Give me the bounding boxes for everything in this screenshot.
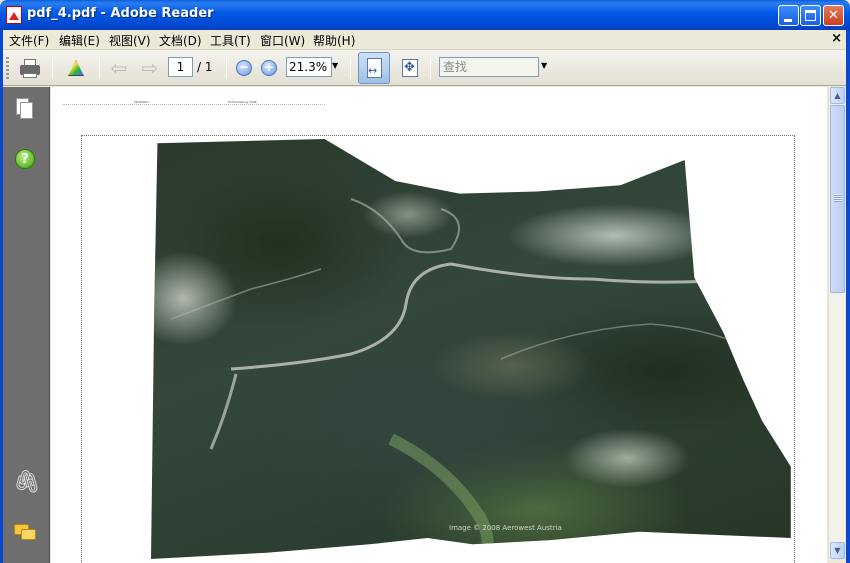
comments-icon[interactable] [13,521,37,545]
toolbar-separator [226,57,227,79]
zoom-out-button[interactable]: − [236,60,252,76]
attachments-icon[interactable]: 🖇 [13,471,41,495]
maximize-icon [805,10,816,21]
menu-file[interactable]: 文件(F) [9,32,49,49]
title-bar: pdf_4.pdf - Adobe Reader ✕ [0,0,850,30]
page-header-rule [63,104,325,105]
search-input[interactable]: 查找 [439,57,539,77]
menu-bar: 文件(F) 编辑(E) 视图(V) 文档(D) 工具(T) 窗口(W) 帮助(H… [0,30,850,50]
previous-page-button[interactable]: ⇦ [107,57,131,79]
maximize-button[interactable] [800,5,821,26]
scroll-down-button[interactable]: ▼ [830,542,845,559]
page-header-right-text: Hof/Seilsberg 2008 [228,100,257,104]
window-border-left [0,30,3,563]
color-triangle-icon [68,60,84,76]
minimize-button[interactable] [778,5,799,26]
print-button[interactable] [18,57,42,79]
zoom-level-input[interactable]: 21.3% [286,57,332,77]
pdf-document-icon [6,6,22,24]
minimize-icon [784,19,792,22]
menu-document[interactable]: 文档(D) [159,32,202,49]
toolbar-separator [350,57,351,79]
fit-width-button[interactable] [398,57,422,79]
search-dropdown-arrow-icon[interactable]: ▼ [541,61,547,70]
toolbar-grip[interactable] [6,57,9,79]
menu-edit[interactable]: 编辑(E) [59,32,100,49]
zoom-dropdown-arrow-icon[interactable]: ▼ [332,61,338,70]
map-copyright-caption: Image © 2008 Aerowest Austria [449,524,562,532]
page-total-label: / 1 [197,60,213,74]
scroll-up-button[interactable]: ▲ [830,87,845,104]
toolbar-separator [430,57,431,79]
window-title: pdf_4.pdf - Adobe Reader [27,6,214,21]
menu-window[interactable]: 窗口(W) [260,32,305,49]
help-icon: ? [15,149,35,169]
fit-page-icon [367,58,382,78]
document-view[interactable]: PEOPORO Hof/Seilsberg 2008 Image © 2008 … [51,87,827,563]
menu-help[interactable]: 帮助(H) [313,32,355,49]
zoom-in-button[interactable]: + [261,60,277,76]
toolbar-separator [99,57,100,79]
fit-page-button[interactable] [358,52,390,84]
toolbar-separator [52,57,53,79]
menu-view[interactable]: 视图(V) [109,32,151,49]
help-button[interactable]: ? [13,147,37,171]
navigation-panel: ? 🖇 [0,87,50,563]
next-page-button[interactable]: ⇨ [138,57,162,79]
toolbar: ⇦ ⇨ 1 / 1 − + 21.3% ▼ 查找 ▼ [0,50,850,86]
page-number-input[interactable]: 1 [168,57,193,77]
scroll-grip-icon [834,194,842,202]
color-adjust-button[interactable] [64,57,88,79]
close-document-button[interactable]: × [831,31,842,46]
scroll-thumb[interactable] [830,105,845,293]
page-header-left-text: PEOPORO [134,100,149,104]
pages-icon[interactable] [13,97,37,121]
fit-width-icon [402,59,418,77]
window-border-right [846,30,850,563]
vertical-scrollbar[interactable]: ▲ ▼ [828,87,845,559]
close-button[interactable]: ✕ [823,5,844,26]
menu-tools[interactable]: 工具(T) [210,32,251,49]
